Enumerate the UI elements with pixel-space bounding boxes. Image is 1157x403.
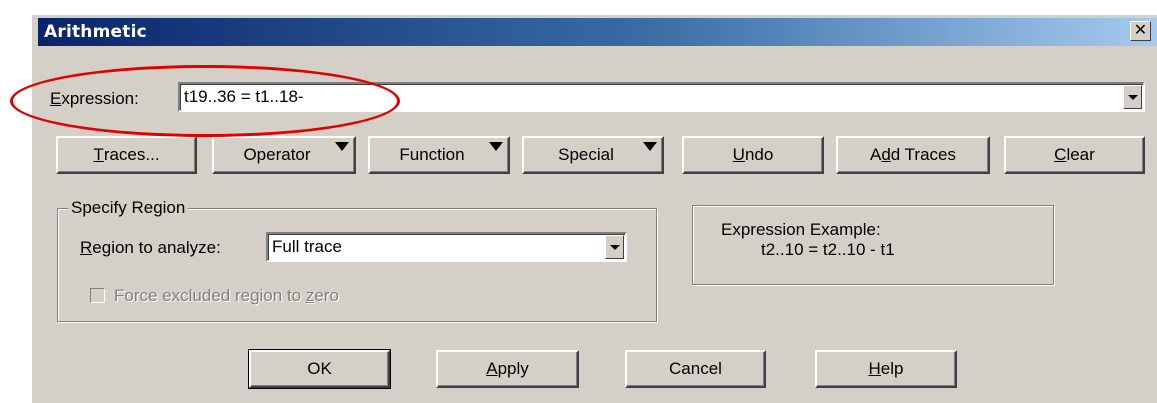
example-expression: t2..10 = t2..10 - t1 — [761, 240, 895, 259]
cancel-button[interactable]: Cancel — [625, 350, 766, 388]
add-traces-button[interactable]: Add Traces — [836, 136, 990, 174]
traces-button[interactable]: Traces... — [56, 136, 197, 174]
force-zero-label: Force excluded region to zero — [114, 286, 339, 305]
help-button[interactable]: Help — [815, 350, 957, 388]
ok-button[interactable]: OK — [248, 349, 391, 389]
menu-arrow-icon — [489, 142, 503, 151]
chevron-down-icon — [1127, 94, 1138, 100]
undo-button[interactable]: Undo — [682, 136, 824, 174]
region-selected-value: Full trace — [272, 237, 342, 256]
menu-arrow-icon — [335, 142, 349, 151]
force-zero-checkbox[interactable] — [90, 288, 105, 303]
menu-arrow-icon — [643, 142, 657, 151]
function-button[interactable]: Function — [368, 136, 510, 174]
title-bar[interactable]: Arithmetic ✕ — [38, 18, 1157, 46]
region-select[interactable]: Full trace — [266, 232, 627, 262]
expression-combobox[interactable]: t19..36 = t1..18- — [178, 82, 1145, 112]
expression-dropdown-button[interactable] — [1123, 85, 1142, 109]
expression-input[interactable]: t19..36 = t1..18- — [184, 87, 304, 107]
close-button[interactable]: ✕ — [1130, 21, 1151, 41]
region-dropdown-button[interactable] — [605, 235, 624, 259]
apply-button[interactable]: Apply — [436, 350, 579, 388]
screenshot-stage: Arithmetic ✕ Expression: t19..36 = t1..1… — [0, 0, 1157, 403]
specify-region-title: Specify Region — [68, 198, 189, 218]
region-label: Region to analyze: — [80, 238, 221, 257]
operator-button[interactable]: Operator — [212, 136, 356, 174]
window-title: Arithmetic — [44, 22, 147, 42]
chevron-down-icon — [609, 244, 620, 250]
special-button[interactable]: Special — [522, 136, 664, 174]
close-icon: ✕ — [1133, 22, 1148, 39]
expression-example-box: Expression Example: t2..10 = t2..10 - t1 — [692, 205, 1054, 285]
example-heading: Expression Example: — [721, 220, 881, 239]
expression-label: Expression: — [50, 89, 139, 108]
clear-button[interactable]: Clear — [1004, 136, 1145, 174]
